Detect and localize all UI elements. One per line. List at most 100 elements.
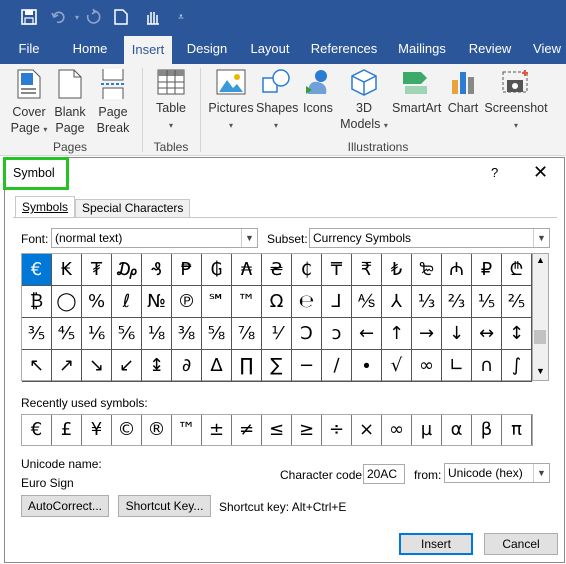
scroll-down-icon[interactable]: ▼ bbox=[536, 366, 545, 376]
recent-symbol-cell[interactable]: £ bbox=[52, 415, 82, 445]
symbol-cell[interactable]: ∆ bbox=[202, 350, 232, 382]
scroll-up-icon[interactable]: ▲ bbox=[536, 255, 545, 265]
tab-mailings[interactable]: Mailings bbox=[392, 34, 452, 64]
symbol-cell[interactable]: √ bbox=[382, 350, 412, 382]
symbol-cell[interactable]: ₿ bbox=[22, 286, 52, 318]
recent-symbol-cell[interactable]: π bbox=[502, 415, 532, 445]
symbol-cell[interactable]: ← bbox=[352, 318, 382, 350]
recent-symbol-cell[interactable]: ≥ bbox=[292, 415, 322, 445]
symbol-cell[interactable]: ₸ bbox=[322, 254, 352, 286]
symbol-cell[interactable]: ∂ bbox=[172, 350, 202, 382]
symbol-cell[interactable]: ℗ bbox=[172, 286, 202, 318]
symbol-cell[interactable]: ₹ bbox=[352, 254, 382, 286]
symbol-cell[interactable]: ⅖ bbox=[502, 286, 532, 318]
recent-symbol-cell[interactable]: ≤ bbox=[262, 415, 292, 445]
font-select[interactable]: (normal text) ▼ bbox=[51, 228, 258, 248]
symbol-cell[interactable]: ₺ bbox=[382, 254, 412, 286]
symbol-cell[interactable]: ↘ bbox=[82, 350, 112, 382]
symbol-cell[interactable]: ₯ bbox=[112, 254, 142, 286]
cancel-button[interactable]: Cancel bbox=[484, 533, 558, 555]
symbol-cell[interactable]: ◯ bbox=[52, 286, 82, 318]
recent-symbol-cell[interactable]: α bbox=[442, 415, 472, 445]
symbol-cell[interactable]: ₽ bbox=[472, 254, 502, 286]
3d-models-button[interactable]: 3D Models ▾ bbox=[340, 68, 388, 134]
symbol-cell[interactable]: → bbox=[412, 318, 442, 350]
symbol-cell[interactable]: ↙ bbox=[112, 350, 142, 382]
recent-symbol-cell[interactable]: © bbox=[112, 415, 142, 445]
symbol-cell[interactable]: ₴ bbox=[262, 254, 292, 286]
symbol-cell[interactable]: ∟ bbox=[442, 350, 472, 382]
close-icon[interactable]: ✕ bbox=[533, 162, 548, 182]
symbol-cell[interactable]: ↗ bbox=[52, 350, 82, 382]
recent-symbol-cell[interactable]: ™ bbox=[172, 415, 202, 445]
symbol-cell[interactable]: ℮ bbox=[292, 286, 322, 318]
symbol-cell[interactable]: ℠ bbox=[202, 286, 232, 318]
tab-insert[interactable]: Insert bbox=[124, 36, 172, 64]
symbol-cell[interactable]: ⅔ bbox=[442, 286, 472, 318]
symbol-cell[interactable]: Ω bbox=[262, 286, 292, 318]
symbol-cell[interactable]: € bbox=[22, 254, 52, 286]
symbol-cell[interactable]: ⅓ bbox=[412, 286, 442, 318]
symbol-cell[interactable]: ↄ bbox=[322, 318, 352, 350]
symbol-cell[interactable]: ⅚ bbox=[112, 318, 142, 350]
symbol-cell[interactable]: ∞ bbox=[412, 350, 442, 382]
page-break-button[interactable]: Page Break bbox=[94, 68, 132, 136]
tab-symbols[interactable]: Symbols bbox=[15, 196, 76, 218]
tab-layout[interactable]: Layout bbox=[244, 34, 296, 64]
table-button[interactable]: Table ▾ bbox=[150, 68, 192, 134]
symbol-cell[interactable]: ₮ bbox=[82, 254, 112, 286]
tab-home[interactable]: Home bbox=[64, 34, 116, 64]
redo-icon[interactable] bbox=[82, 6, 104, 28]
help-button[interactable]: ? bbox=[491, 165, 498, 180]
symbol-cell[interactable]: ™ bbox=[232, 286, 262, 318]
symbol-cell[interactable]: ₰ bbox=[142, 254, 172, 286]
symbol-cell[interactable]: ₼ bbox=[442, 254, 472, 286]
symbol-cell[interactable]: ₲ bbox=[202, 254, 232, 286]
tab-special-characters[interactable]: Special Characters bbox=[75, 199, 191, 218]
new-doc-icon[interactable] bbox=[110, 6, 132, 28]
symbol-cell[interactable]: ↨ bbox=[142, 350, 172, 382]
symbol-cell[interactable]: ₵ bbox=[292, 254, 322, 286]
subset-select[interactable]: Currency Symbols ▼ bbox=[309, 228, 550, 248]
symbol-cell[interactable]: ₱ bbox=[172, 254, 202, 286]
symbol-cell[interactable]: ⅃ bbox=[322, 286, 352, 318]
insert-button[interactable]: Insert bbox=[399, 533, 473, 555]
tab-view[interactable]: View bbox=[528, 34, 566, 64]
symbol-cell[interactable]: ↓ bbox=[442, 318, 472, 350]
symbol-cell[interactable]: ∏ bbox=[232, 350, 262, 382]
symbol-cell[interactable]: ⅙ bbox=[82, 318, 112, 350]
symbol-cell[interactable]: ⅛ bbox=[142, 318, 172, 350]
symbol-grid-scrollbar[interactable]: ▲ ▼ bbox=[533, 253, 549, 381]
symbol-cell[interactable]: − bbox=[292, 350, 322, 382]
symbol-cell[interactable]: ⅕ bbox=[472, 286, 502, 318]
blank-page-button[interactable]: Blank Page bbox=[52, 68, 88, 136]
symbol-cell[interactable]: ↕ bbox=[502, 318, 532, 350]
symbol-cell[interactable]: ⅗ bbox=[22, 318, 52, 350]
symbol-cell[interactable]: ₾ bbox=[502, 254, 532, 286]
symbol-cell[interactable]: ₳ bbox=[232, 254, 262, 286]
symbol-cell[interactable]: ↔ bbox=[472, 318, 502, 350]
symbol-cell[interactable]: ⅘ bbox=[52, 318, 82, 350]
symbol-cell[interactable]: % bbox=[82, 286, 112, 318]
from-select[interactable]: Unicode (hex) ▼ bbox=[444, 463, 550, 483]
symbol-cell[interactable]: № bbox=[142, 286, 172, 318]
recent-symbol-cell[interactable]: ÷ bbox=[322, 415, 352, 445]
symbol-cell[interactable]: ∕ bbox=[322, 350, 352, 382]
char-code-input[interactable]: 20AC bbox=[363, 464, 405, 484]
cover-page-button[interactable]: Cover Page ▾ bbox=[8, 68, 50, 138]
symbol-cell[interactable]: ↑ bbox=[382, 318, 412, 350]
recent-symbol-cell[interactable]: ± bbox=[202, 415, 232, 445]
icons-button[interactable]: Icons bbox=[300, 68, 336, 116]
symbol-cell[interactable]: ⅍ bbox=[352, 286, 382, 318]
recent-symbol-cell[interactable]: € bbox=[22, 415, 52, 445]
pictures-button[interactable]: Pictures ▾ bbox=[206, 68, 256, 134]
customize-icon[interactable]: ⩡ bbox=[170, 6, 192, 28]
symbol-cell[interactable]: ∙ bbox=[352, 350, 382, 382]
screenshot-button[interactable]: Screenshot ▾ bbox=[484, 68, 548, 134]
tab-file[interactable]: File bbox=[8, 34, 50, 64]
symbol-cell[interactable]: ⅜ bbox=[172, 318, 202, 350]
tab-review[interactable]: Review bbox=[464, 34, 516, 64]
tab-references[interactable]: References bbox=[306, 34, 382, 64]
smartart-button[interactable]: SmartArt bbox=[392, 68, 441, 116]
symbol-cell[interactable]: ∩ bbox=[472, 350, 502, 382]
